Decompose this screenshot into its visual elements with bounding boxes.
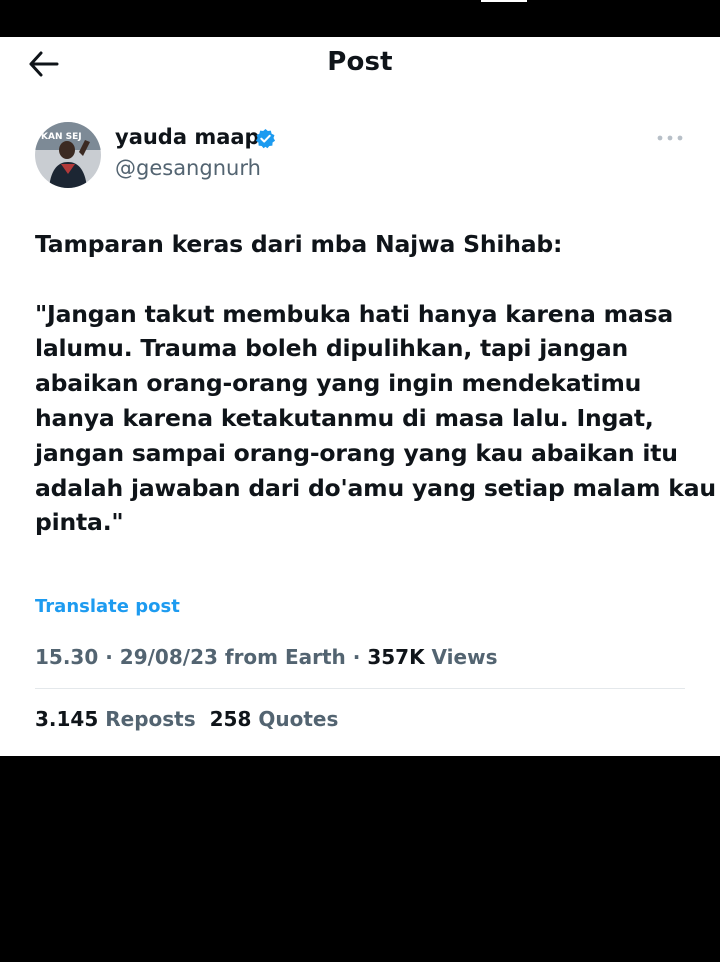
avatar-banner-text: KAN SEJ	[41, 132, 82, 142]
engagement-stats: 3.145 Reposts 258 Quotes	[35, 707, 352, 731]
meta-separator: ·	[98, 645, 120, 669]
tweet-line: pinta."	[35, 508, 124, 537]
tweet-line: "Jangan takut membuka hati hanya karena …	[35, 299, 674, 328]
tweet-line: jangan sampai orang-orang yang kau abaik…	[35, 438, 678, 467]
reposts-label: Reposts	[98, 707, 196, 731]
author-handle[interactable]: @gesangnurh	[115, 156, 261, 180]
divider	[35, 688, 685, 689]
post-card: Post KAN SEJ yauda maap @gesangnurh Tamp…	[0, 37, 720, 756]
tweet-text: Tamparan keras dari mba Najwa Shihab: "J…	[35, 227, 716, 540]
verified-badge-icon	[255, 128, 276, 149]
quotes-count: 258	[209, 707, 252, 731]
views-label: Views	[424, 645, 498, 669]
meta-separator: ·	[345, 645, 368, 669]
more-horizontal-icon[interactable]	[656, 133, 684, 143]
author-display-name[interactable]: yauda maap	[115, 125, 260, 149]
post-source: from Earth	[217, 645, 346, 669]
tweet-paragraph-gap	[35, 262, 695, 297]
views-count: 357K	[367, 645, 425, 669]
tweet-line: adalah jawaban dari do'amu yang setiap m…	[35, 473, 716, 502]
post-header: Post	[0, 37, 720, 93]
page-title: Post	[327, 47, 393, 77]
post-time[interactable]: 15.30	[35, 645, 98, 669]
reposts-stat[interactable]: 3.145 Reposts	[35, 707, 196, 731]
reposts-count: 3.145	[35, 707, 99, 731]
status-bar-indicator	[481, 0, 527, 2]
tweet-line: hanya karena ketakutanmu di masa lalu. I…	[35, 403, 654, 432]
tweet-line: lalumu. Trauma boleh dipulihkan, tapi ja…	[35, 334, 629, 363]
translate-post-link[interactable]: Translate post	[35, 596, 180, 617]
post-date[interactable]: 29/08/23	[120, 645, 218, 669]
tweet-line: Tamparan keras dari mba Najwa Shihab:	[35, 230, 563, 258]
post-metadata: 15.30 · 29/08/23 from Earth · 357K Views	[35, 645, 497, 669]
quotes-stat[interactable]: 258 Quotes	[210, 707, 339, 731]
avatar[interactable]: KAN SEJ	[35, 122, 101, 188]
tweet-line: abaikan orang-orang yang ingin mendekati…	[35, 369, 642, 398]
quotes-label: Quotes	[251, 707, 339, 731]
